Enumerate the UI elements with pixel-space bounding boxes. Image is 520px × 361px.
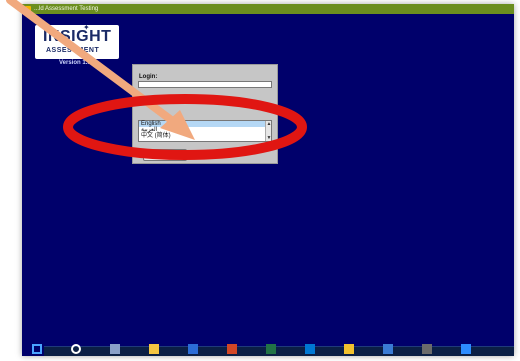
- outlook-icon[interactable]: [305, 344, 315, 354]
- scroll-down-icon[interactable]: ▼: [266, 135, 272, 141]
- version-label: Version 1...: [59, 60, 91, 66]
- login-panel: Login: English العربية 中文 (简体) ▲ ▼ Login: [132, 64, 278, 164]
- logo: ✦ INSIGHT ASSESSMENT: [35, 23, 119, 59]
- chrome-icon[interactable]: [344, 344, 354, 354]
- language-list-scrollbar[interactable]: ▲ ▼: [265, 121, 271, 141]
- window-title: ...ld Assessment Testing: [34, 6, 99, 12]
- folder-icon[interactable]: [149, 344, 159, 354]
- taskbar-icons: [22, 342, 514, 356]
- excel-icon[interactable]: [266, 344, 276, 354]
- settings-icon[interactable]: [422, 344, 432, 354]
- word-icon[interactable]: [188, 344, 198, 354]
- task-view-icon[interactable]: [110, 344, 120, 354]
- windows-start-icon[interactable]: [32, 344, 42, 354]
- language-item-chinese[interactable]: 中文 (简体): [139, 133, 271, 139]
- powerpoint-icon[interactable]: [227, 344, 237, 354]
- login-button[interactable]: Login: [143, 149, 187, 161]
- app-icon: [25, 6, 31, 12]
- scroll-up-icon[interactable]: ▲: [266, 121, 272, 127]
- language-list[interactable]: English العربية 中文 (简体) ▲ ▼: [138, 120, 272, 142]
- logo-sub-text: ASSESSMENT: [46, 47, 100, 54]
- logo-main-text: INSIGHT: [43, 28, 112, 45]
- login-label: Login:: [139, 74, 158, 80]
- login-input[interactable]: [138, 81, 272, 88]
- mail-icon[interactable]: [461, 344, 471, 354]
- window-titlebar: ...ld Assessment Testing: [22, 4, 514, 14]
- app-window: ...ld Assessment Testing ✦ INSIGHT ASSES…: [22, 4, 514, 356]
- store-icon[interactable]: [383, 344, 393, 354]
- search-icon[interactable]: [71, 344, 81, 354]
